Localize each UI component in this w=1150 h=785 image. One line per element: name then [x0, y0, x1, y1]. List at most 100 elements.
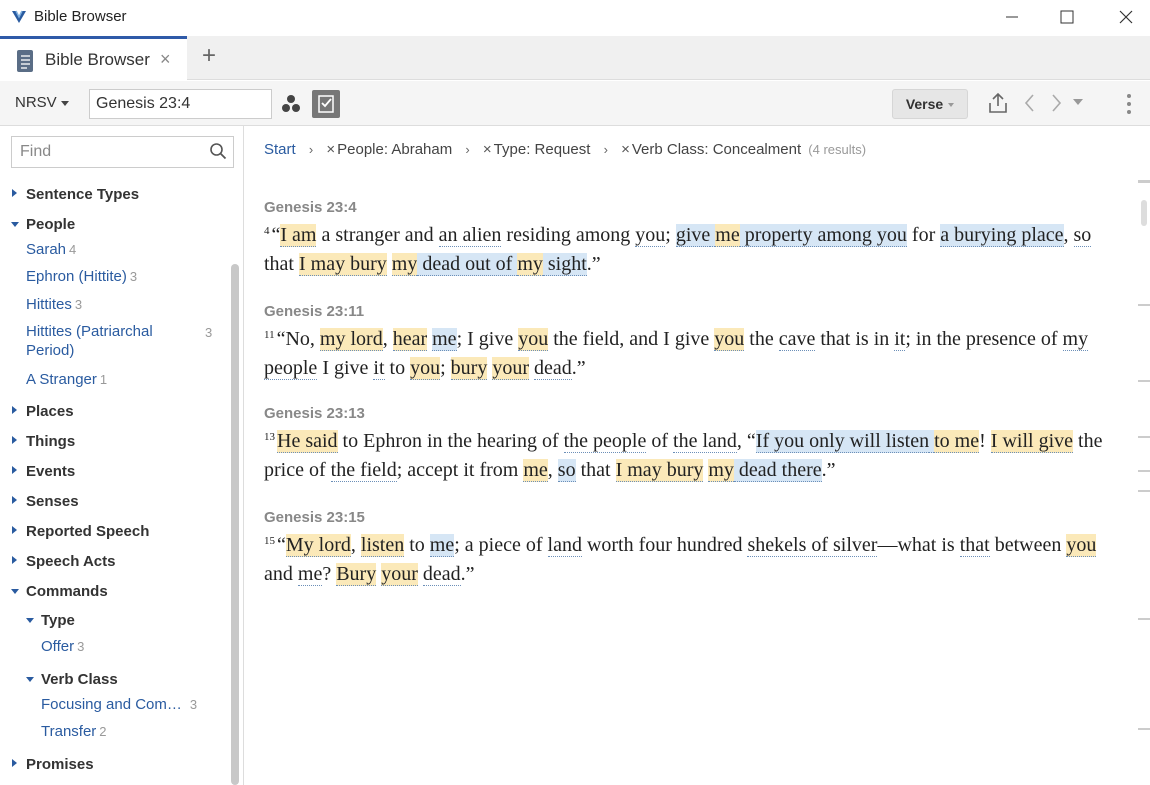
expand-arrow-icon[interactable] [12, 436, 17, 444]
version-dropdown[interactable]: NRSV [15, 94, 69, 111]
reference-input[interactable] [89, 89, 272, 119]
annotated-word[interactable]: your [381, 563, 418, 586]
annotated-word[interactable]: I may bury [299, 253, 387, 276]
tree-item-sarah[interactable]: Sarah 4 [26, 241, 76, 258]
annotated-word[interactable]: me [523, 459, 548, 482]
annotated-word[interactable]: dead [422, 563, 461, 586]
annotated-word[interactable]: give [675, 224, 711, 247]
annotated-word[interactable]: the people [563, 430, 647, 453]
tree-item-verb-class[interactable]: Verb Class [41, 671, 118, 688]
annotated-word[interactable]: so [557, 459, 576, 482]
annotated-word[interactable]: an alien [438, 224, 502, 247]
expand-arrow-icon[interactable] [12, 556, 17, 564]
annotated-word[interactable]: my lord [319, 328, 383, 351]
tree-item-promises[interactable]: Promises [26, 756, 94, 773]
tree-item-speech-acts[interactable]: Speech Acts [26, 553, 115, 570]
tree-item-sentence-types[interactable]: Sentence Types [26, 186, 139, 203]
annotated-word[interactable]: you [410, 357, 441, 380]
annotated-word[interactable]: dead there [733, 459, 822, 482]
collapse-arrow-icon[interactable] [11, 589, 19, 594]
annotated-word[interactable]: I am [280, 224, 317, 247]
history-dropdown-icon[interactable] [1073, 99, 1083, 105]
more-options-icon[interactable] [1122, 92, 1136, 116]
annotated-word[interactable]: sight [542, 253, 587, 276]
annotated-word[interactable]: the field [330, 459, 397, 482]
annotated-word[interactable]: cave [778, 328, 816, 351]
annotated-word[interactable]: property among you [739, 224, 907, 247]
annotated-word[interactable]: your [492, 357, 529, 380]
tab-close-button[interactable]: × [160, 49, 171, 70]
minimize-icon[interactable] [1000, 6, 1024, 28]
tree-item-transfer[interactable]: Transfer 2 [41, 723, 107, 740]
annotated-word[interactable]: I will give [990, 430, 1074, 453]
breadcrumb-start[interactable]: Start [264, 141, 296, 158]
annotated-word[interactable]: land [547, 534, 582, 557]
tree-item-ephron[interactable]: Ephron (Hittite) 3 [26, 268, 137, 285]
tab-bible-browser[interactable]: Bible Browser × [0, 36, 187, 80]
close-icon[interactable] [1114, 6, 1138, 28]
annotated-word[interactable]: dead out of [417, 253, 518, 276]
annotated-word[interactable]: bury [450, 357, 488, 380]
tree-item-focusing[interactable]: Focusing and Com… 3 [41, 696, 197, 713]
collapse-arrow-icon[interactable] [26, 618, 34, 623]
scroll-thumb[interactable] [1141, 200, 1147, 226]
annotated-word[interactable]: the land [673, 430, 737, 453]
tree-item-places[interactable]: Places [26, 403, 74, 420]
annotated-word[interactable]: My lord [285, 534, 351, 557]
annotated-word[interactable]: me [432, 328, 457, 351]
tree-item-commands[interactable]: Commands [26, 583, 108, 600]
tree-item-type[interactable]: Type [41, 612, 75, 629]
verse-reference[interactable]: Genesis 23:15 [264, 509, 365, 526]
add-tab-button[interactable]: + [202, 42, 216, 70]
annotated-word[interactable]: dead [534, 357, 572, 380]
collapse-arrow-icon[interactable] [11, 222, 19, 227]
expand-arrow-icon[interactable] [12, 189, 17, 197]
tree-item-hittites-patriarchal[interactable]: Hittites (Patriarchal Period) [26, 323, 153, 359]
annotated-word[interactable]: that [959, 534, 990, 557]
annotated-word[interactable]: it [894, 328, 906, 351]
verse-reference[interactable]: Genesis 23:13 [264, 405, 365, 422]
annotated-word[interactable]: shekels of silver [747, 534, 878, 557]
verse-reference[interactable]: Genesis 23:4 [264, 199, 357, 216]
annotated-word[interactable]: I may bury [615, 459, 704, 482]
annotated-word[interactable]: to me [934, 430, 980, 453]
annotated-word[interactable]: me [715, 224, 740, 247]
sidebar-scrollbar[interactable] [231, 264, 239, 785]
share-icon[interactable] [986, 91, 1010, 115]
annotated-word[interactable]: hear [392, 328, 428, 351]
back-arrow-icon[interactable] [1022, 93, 1038, 113]
annotated-word[interactable]: listen [360, 534, 405, 557]
verse-reference[interactable]: Genesis 23:11 [264, 303, 364, 320]
annotated-word[interactable]: you [518, 328, 549, 351]
find-input[interactable] [11, 136, 234, 168]
annotated-word[interactable]: a burying place [940, 224, 1064, 247]
visual-filter-icon[interactable] [281, 94, 301, 114]
overview-scrollbar[interactable] [1138, 180, 1150, 740]
tree-item-offer[interactable]: Offer 3 [41, 638, 84, 655]
expand-arrow-icon[interactable] [12, 759, 17, 767]
layout-verse-button[interactable]: Verse [892, 89, 968, 119]
annotated-word[interactable]: He said [277, 430, 338, 453]
tree-item-things[interactable]: Things [26, 433, 75, 450]
annotated-word[interactable]: If you only will listen [755, 430, 930, 453]
expand-arrow-icon[interactable] [12, 526, 17, 534]
breadcrumb-filter-people[interactable]: People: Abraham [337, 141, 452, 158]
remove-filter-icon[interactable]: × [621, 141, 630, 158]
annotated-word[interactable]: you [714, 328, 745, 351]
tree-item-a-stranger[interactable]: A Stranger 1 [26, 371, 107, 388]
tree-item-senses[interactable]: Senses [26, 493, 79, 510]
expand-arrow-icon[interactable] [12, 406, 17, 414]
annotated-word[interactable]: my [391, 253, 418, 276]
tree-item-reported-speech[interactable]: Reported Speech [26, 523, 149, 540]
annotated-word[interactable]: Bury [336, 563, 377, 586]
breadcrumb-filter-type[interactable]: Type: Request [494, 141, 591, 158]
expand-arrow-icon[interactable] [12, 496, 17, 504]
forward-arrow-icon[interactable] [1048, 93, 1064, 113]
remove-filter-icon[interactable]: × [483, 141, 492, 158]
breadcrumb-filter-verb-class[interactable]: Verb Class: Concealment [632, 141, 801, 158]
annotated-word[interactable]: me [297, 563, 323, 586]
annotated-word[interactable]: me [429, 534, 455, 557]
collapse-arrow-icon[interactable] [26, 677, 34, 682]
tree-item-hittites[interactable]: Hittites 3 [26, 296, 82, 313]
annotated-word[interactable]: you [1066, 534, 1097, 557]
